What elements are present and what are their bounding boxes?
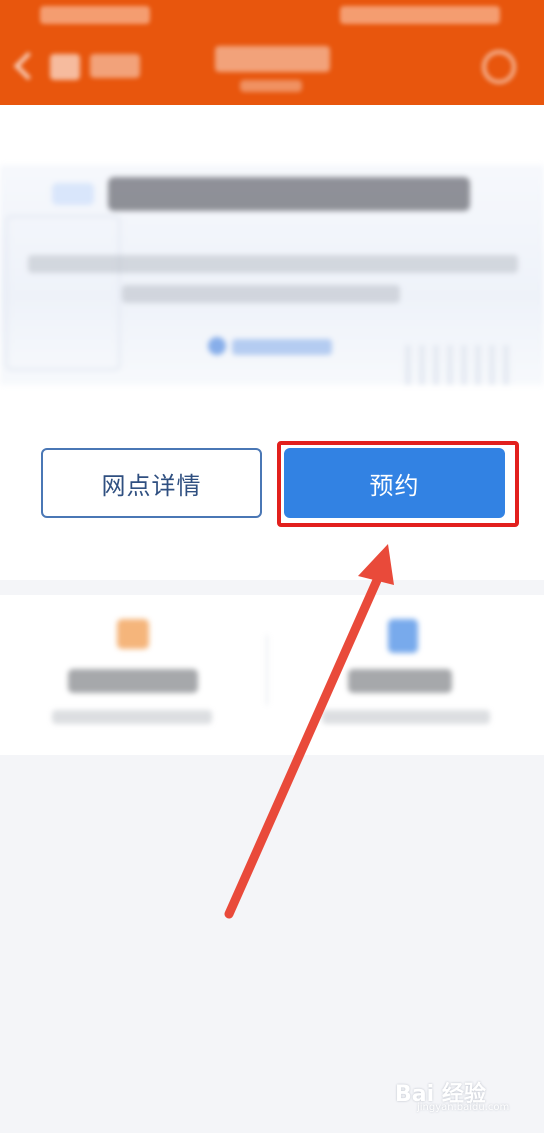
branch-name bbox=[108, 177, 470, 211]
service-item-title[interactable] bbox=[68, 669, 198, 693]
branch-address bbox=[28, 255, 518, 273]
location-icon[interactable] bbox=[208, 337, 226, 355]
status-bar bbox=[0, 0, 544, 34]
watermark: Bai 经验 jingyan.baidu.com bbox=[395, 1076, 535, 1116]
app-header bbox=[0, 0, 544, 105]
branch-detail-button[interactable]: 网点详情 bbox=[41, 448, 262, 518]
services-blurred bbox=[0, 595, 544, 755]
records-title[interactable] bbox=[348, 669, 452, 693]
branch-tag bbox=[52, 183, 94, 205]
branch-info-blurred bbox=[0, 105, 544, 405]
status-bar-left bbox=[40, 6, 150, 24]
map-link[interactable] bbox=[232, 339, 332, 355]
service-item-desc bbox=[52, 710, 212, 724]
building-illustration bbox=[405, 345, 515, 385]
house-illustration bbox=[5, 215, 121, 371]
page-title bbox=[215, 46, 330, 72]
nav-bar bbox=[0, 34, 544, 105]
watermark-url: jingyan.baidu.com bbox=[417, 1102, 510, 1113]
divider bbox=[266, 635, 268, 705]
records-icon[interactable] bbox=[388, 619, 418, 653]
back-arrow-icon[interactable] bbox=[13, 51, 43, 81]
branch-address-continued bbox=[122, 285, 400, 303]
home-icon[interactable] bbox=[50, 54, 80, 80]
services-card bbox=[0, 595, 544, 755]
shop-icon[interactable] bbox=[117, 619, 149, 649]
status-bar-right bbox=[340, 6, 500, 24]
records-desc bbox=[322, 710, 490, 724]
annotation-highlight-box bbox=[277, 441, 519, 527]
page-subtitle bbox=[240, 80, 302, 92]
home-label[interactable] bbox=[90, 54, 140, 78]
settings-icon[interactable] bbox=[482, 50, 516, 84]
